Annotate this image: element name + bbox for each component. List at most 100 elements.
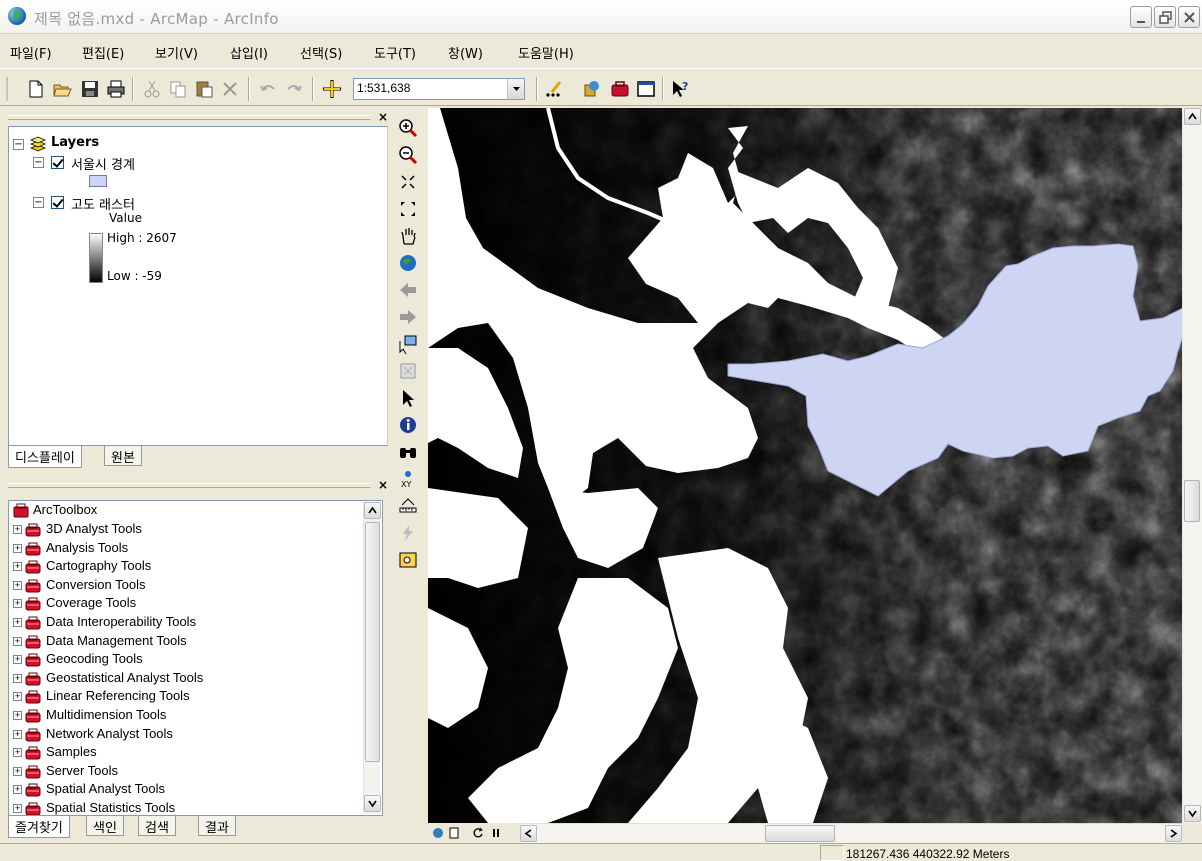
arc-catalog-icon[interactable] xyxy=(582,79,602,99)
layer-dem-checkbox[interactable] xyxy=(51,196,64,209)
toolbox-item-expand-toggle[interactable]: + xyxy=(13,636,22,646)
tab-source[interactable]: 원본 xyxy=(104,446,142,466)
hyperlink-icon[interactable] xyxy=(398,523,418,543)
layer-seoul-collapse-toggle[interactable]: − xyxy=(33,157,44,168)
save-icon[interactable] xyxy=(80,79,100,99)
toolbox-item-expand-toggle[interactable]: + xyxy=(13,599,22,609)
select-features-icon[interactable] xyxy=(398,334,418,354)
toolbox-item-expand-toggle[interactable]: + xyxy=(13,562,22,572)
map-scroll-up-icon[interactable] xyxy=(1184,108,1201,125)
toolbox-scroll-thumb[interactable] xyxy=(365,522,380,762)
toolbox-close-icon[interactable]: × xyxy=(378,478,388,492)
layer-seoul-checkbox[interactable] xyxy=(51,156,64,169)
title-bar[interactable]: 제목 없음.mxd - ArcMap - ArcInfo xyxy=(0,0,1202,34)
pause-drawing-icon[interactable] xyxy=(490,827,502,839)
toc-close-icon[interactable]: × xyxy=(378,110,388,124)
map-canvas[interactable] xyxy=(428,108,1182,823)
toolbox-item-expand-toggle[interactable]: + xyxy=(13,748,22,758)
menu-file[interactable]: 파일(F) xyxy=(10,43,52,62)
toolbox-vertical-scrollbar[interactable] xyxy=(363,502,381,814)
scroll-up-icon[interactable] xyxy=(364,502,381,519)
toolbox-item-expand-toggle[interactable]: + xyxy=(13,618,22,627)
toolbox-item-expand-toggle[interactable]: + xyxy=(13,785,22,795)
paste-icon[interactable] xyxy=(194,79,214,99)
map-display[interactable] xyxy=(428,108,1182,823)
refresh-view-icon[interactable] xyxy=(472,827,484,839)
zoom-in-icon[interactable] xyxy=(398,118,418,138)
back-extent-icon[interactable] xyxy=(398,280,418,300)
clear-selection-icon[interactable] xyxy=(398,361,418,381)
toolbox-item-expand-toggle[interactable]: + xyxy=(13,580,22,590)
map-vscroll-thumb[interactable] xyxy=(1184,480,1200,522)
add-data-icon[interactable] xyxy=(322,79,342,99)
data-view-icon[interactable] xyxy=(432,827,444,839)
toolbox-item-expand-toggle[interactable]: + xyxy=(13,655,22,665)
toolbox-item-expand-toggle[interactable]: + xyxy=(13,692,22,702)
restore-button[interactable] xyxy=(1154,6,1176,28)
layer-dem-collapse-toggle[interactable]: − xyxy=(33,197,44,208)
command-line-icon[interactable] xyxy=(636,79,656,99)
menu-select[interactable]: 선택(S) xyxy=(300,43,342,62)
map-hscroll-thumb[interactable] xyxy=(765,825,835,842)
menu-edit[interactable]: 편집(E) xyxy=(82,43,124,62)
toolbox-item-expand-toggle[interactable]: + xyxy=(13,729,22,739)
print-icon[interactable] xyxy=(106,79,126,99)
fixed-zoom-in-icon[interactable] xyxy=(398,172,418,192)
identify-icon[interactable] xyxy=(398,415,418,435)
elevation-color-ramp[interactable] xyxy=(89,233,103,283)
layers-collapse-toggle[interactable]: − xyxy=(13,139,24,150)
toolbox-item-expand-toggle[interactable]: + xyxy=(13,804,22,813)
editor-icon[interactable] xyxy=(544,79,564,99)
minimize-button[interactable] xyxy=(1130,6,1152,28)
map-scroll-left-icon[interactable] xyxy=(520,825,537,842)
map-horizontal-scrollbar[interactable] xyxy=(520,823,1182,843)
map-scale-combobox[interactable]: 1:531,638 xyxy=(353,78,525,100)
open-folder-icon[interactable] xyxy=(52,79,72,99)
tab-display[interactable]: 디스플레이 xyxy=(8,446,82,468)
toolbox-item-expand-toggle[interactable]: + xyxy=(13,673,22,683)
measure-icon[interactable] xyxy=(398,496,418,516)
layer-seoul-symbol[interactable] xyxy=(89,175,107,187)
menu-tools[interactable]: 도구(T) xyxy=(374,43,416,62)
fixed-zoom-out-icon[interactable] xyxy=(398,199,418,219)
pan-icon[interactable] xyxy=(398,226,418,246)
map-scroll-down-icon[interactable] xyxy=(1184,805,1201,822)
cut-icon[interactable] xyxy=(142,79,162,99)
full-extent-icon[interactable] xyxy=(398,253,418,273)
redo-icon[interactable] xyxy=(284,79,304,99)
menu-window[interactable]: 창(W) xyxy=(448,43,483,62)
whats-this-icon[interactable]: ? xyxy=(670,79,690,99)
tab-index[interactable]: 색인 xyxy=(86,816,124,836)
tab-search[interactable]: 검색 xyxy=(138,816,176,836)
menu-help[interactable]: 도움말(H) xyxy=(518,43,574,62)
find-icon[interactable] xyxy=(398,442,418,462)
dropdown-arrow-icon[interactable] xyxy=(507,79,524,99)
close-button[interactable] xyxy=(1178,6,1200,28)
toolbox-item-expand-toggle[interactable]: + xyxy=(13,766,22,776)
layout-view-icon[interactable] xyxy=(448,827,460,839)
menu-insert[interactable]: 삽입(I) xyxy=(230,43,268,62)
map-scroll-right-icon[interactable] xyxy=(1165,825,1182,842)
go-to-xy-icon[interactable]: XY xyxy=(398,469,418,489)
layer-seoul-name[interactable]: 서울시 경계 xyxy=(71,154,135,173)
tab-results[interactable]: 결과 xyxy=(198,816,236,836)
zoom-out-icon[interactable] xyxy=(398,145,418,165)
scroll-down-icon[interactable] xyxy=(364,795,381,812)
toolbox-item-expand-toggle[interactable]: + xyxy=(13,525,22,534)
arc-toolbox-icon[interactable] xyxy=(610,79,630,99)
html-popup-icon[interactable] xyxy=(398,550,418,570)
copy-icon[interactable] xyxy=(168,79,188,99)
select-elements-icon[interactable] xyxy=(398,388,418,408)
map-vertical-scrollbar[interactable] xyxy=(1183,108,1202,823)
delete-icon[interactable] xyxy=(220,79,240,99)
toolbox-title-grip[interactable]: × xyxy=(8,478,390,492)
forward-extent-icon[interactable] xyxy=(398,307,418,327)
undo-icon[interactable] xyxy=(258,79,278,99)
new-document-icon[interactable] xyxy=(26,79,46,99)
toc-title-grip[interactable]: × xyxy=(8,110,390,124)
menu-view[interactable]: 보기(V) xyxy=(155,43,198,62)
tab-favorites[interactable]: 즐겨찾기 xyxy=(8,816,70,838)
toolbox-item-expand-toggle[interactable]: + xyxy=(13,543,22,553)
toolbox-item-expand-toggle[interactable]: + xyxy=(13,711,22,720)
layers-root-label[interactable]: Layers xyxy=(51,135,99,150)
